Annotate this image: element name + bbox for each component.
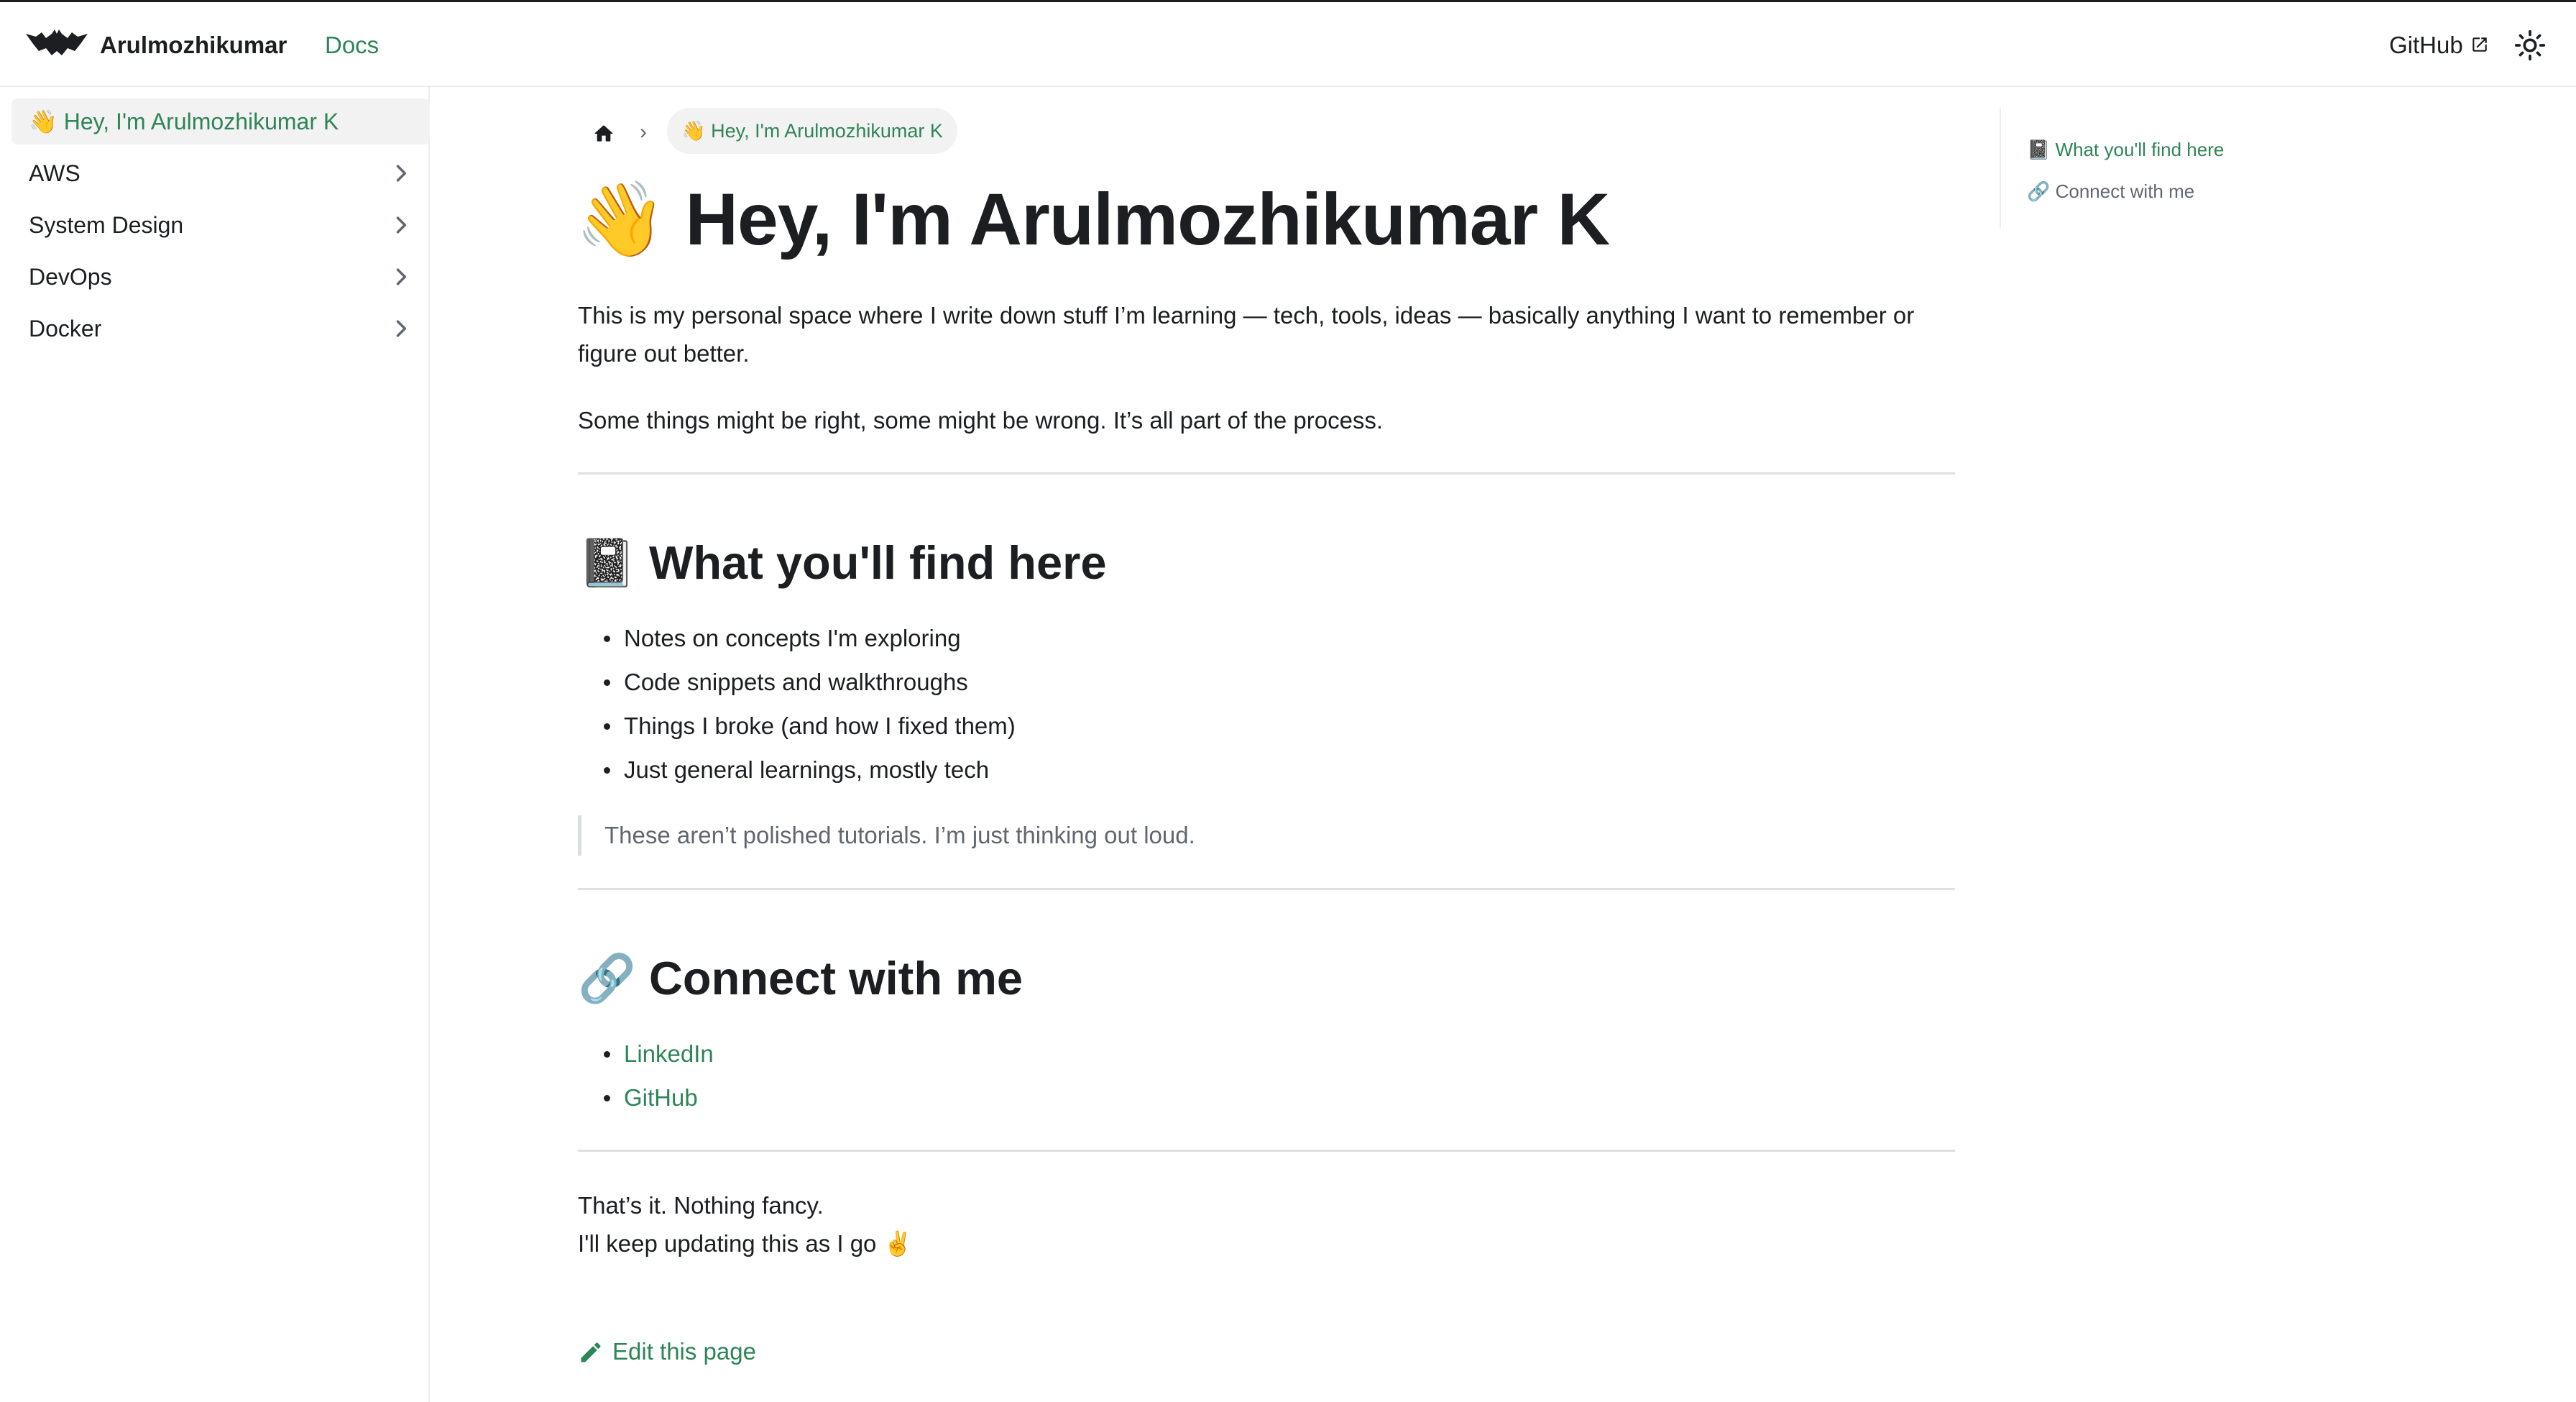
intro-paragraph-2: Some things might be right, some might b… — [578, 407, 1384, 434]
sidebar: 👋 Hey, I'm Arulmozhikumar K AWS System D… — [0, 87, 430, 1402]
github-link[interactable]: GitHub — [578, 1076, 714, 1119]
nav-docs-link[interactable]: Docs — [325, 29, 379, 61]
divider — [578, 472, 1955, 475]
breadcrumb-current: 👋 Hey, I'm Arulmozhikumar K — [667, 108, 957, 154]
sidebar-item-aws[interactable]: AWS — [12, 150, 430, 196]
home-icon[interactable] — [592, 122, 615, 145]
site-title[interactable]: Arulmozhikumar — [100, 29, 287, 61]
sidebar-item-label: DevOps — [29, 264, 112, 290]
sidebar-item-intro[interactable]: 👋 Hey, I'm Arulmozhikumar K — [12, 98, 430, 145]
blockquote: These aren’t polished tutorials. I’m jus… — [578, 815, 1195, 856]
sidebar-item-label: AWS — [29, 160, 80, 186]
breadcrumb-separator: › — [640, 120, 647, 144]
table-of-contents: 📓 What you'll find here 🔗 Connect with m… — [2000, 108, 2547, 229]
page-title: 👋 Hey, I'm Arulmozhikumar K — [575, 178, 1610, 260]
sun-icon[interactable] — [2514, 29, 2546, 61]
sidebar-item-system-design[interactable]: System Design — [12, 202, 430, 248]
bat-icon[interactable] — [26, 29, 88, 58]
linkedin-link[interactable]: LinkedIn — [578, 1032, 714, 1076]
sidebar-item-devops[interactable]: DevOps — [12, 254, 430, 300]
list-item: Things I broke (and how I fixed them) — [578, 704, 1016, 748]
sidebar-item-label: System Design — [29, 212, 184, 238]
divider — [578, 888, 1955, 890]
connect-list: LinkedIn GitHub — [578, 1032, 714, 1119]
external-link-icon — [2472, 37, 2487, 52]
chevron-right-icon[interactable] — [390, 214, 413, 237]
edit-page-label: Edit this page — [612, 1338, 756, 1365]
pencil-icon — [581, 1342, 601, 1362]
intro-paragraph-1: This is my personal space where I write … — [578, 302, 1915, 367]
chevron-right-icon[interactable] — [390, 265, 413, 288]
list-item: Notes on concepts I'm exploring — [578, 616, 1016, 660]
sidebar-item-docker[interactable]: Docker — [12, 306, 430, 352]
sidebar-item-label: 👋 Hey, I'm Arulmozhikumar K — [29, 109, 339, 134]
nav-github-link[interactable]: GitHub — [2389, 29, 2463, 61]
divider — [578, 1150, 1955, 1152]
list-item: Just general learnings, mostly tech — [578, 748, 1016, 792]
toc-item-find-here[interactable]: 📓 What you'll find here — [2027, 135, 2224, 164]
sidebar-item-label: Docker — [29, 316, 102, 342]
navbar: Arulmozhikumar Docs GitHub — [0, 0, 2576, 87]
chevron-right-icon[interactable] — [390, 317, 413, 340]
toc-item-connect[interactable]: 🔗 Connect with me — [2027, 177, 2194, 206]
chevron-right-icon[interactable] — [390, 162, 413, 185]
section-heading-connect: 🔗 Connect with me — [578, 952, 1024, 1004]
outro-line-2: I'll keep updating this as I go ✌️ — [578, 1230, 913, 1257]
outro-line-1: That’s it. Nothing fancy. — [578, 1192, 824, 1219]
list-item: Code snippets and walkthroughs — [578, 660, 1016, 704]
find-here-list: Notes on concepts I'm exploring Code sni… — [578, 616, 1016, 792]
section-heading-find-here: 📓 What you'll find here — [578, 536, 1107, 589]
